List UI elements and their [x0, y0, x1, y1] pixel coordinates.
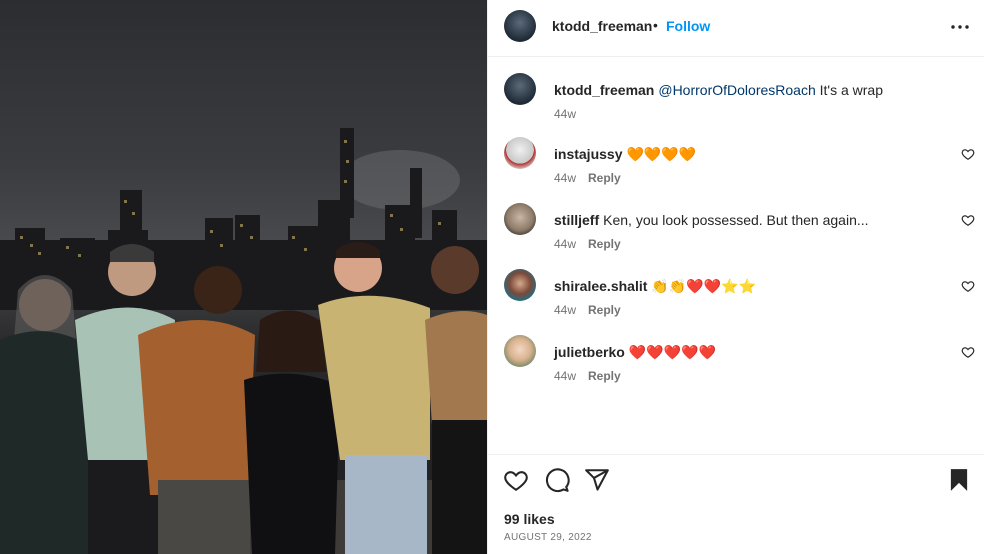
comment-username[interactable]: instajussy: [554, 146, 622, 162]
comment-item: shiralee.shalit 👏👏❤️❤️⭐⭐ 44w Reply: [488, 269, 984, 329]
comment-text: Ken, you look possessed. But then again.…: [603, 212, 869, 228]
more-options-icon[interactable]: [948, 15, 972, 39]
more-options-glyph: [951, 25, 969, 29]
reply-button[interactable]: Reply: [588, 237, 621, 251]
heart-icon[interactable]: [961, 147, 975, 161]
comment-line: julietberko ❤️❤️❤️❤️❤️: [554, 343, 716, 361]
caption-line: ktodd_freeman @HorrorOfDoloresRoach It's …: [554, 81, 883, 99]
comment-meta: 44w Reply: [554, 171, 621, 185]
comment-item: stilljeff Ken, you look possessed. But th…: [488, 203, 984, 263]
heart-icon[interactable]: [503, 467, 529, 493]
caption-text: It's a wrap: [815, 82, 883, 98]
caption-item: ktodd_freeman @HorrorOfDoloresRoach It's …: [488, 73, 984, 133]
separator-dot: •: [653, 17, 658, 33]
post-sidebar: ktodd_freeman • Follow ktodd_freeman @Hor…: [487, 0, 984, 554]
heart-icon[interactable]: [961, 279, 975, 293]
comment-time[interactable]: 44w: [554, 369, 576, 383]
bookmark-icon[interactable]: [946, 467, 972, 493]
likes-count[interactable]: 99 likes: [504, 511, 555, 527]
avatar[interactable]: [504, 335, 536, 367]
post-date[interactable]: AUGUST 29, 2022: [504, 532, 592, 543]
comment-time[interactable]: 44w: [554, 303, 576, 317]
comment-meta: 44w Reply: [554, 237, 621, 251]
post-photo[interactable]: [0, 0, 487, 554]
group-photo-illustration: [0, 128, 487, 554]
reply-button[interactable]: Reply: [588, 303, 621, 317]
caption-mention[interactable]: @HorrorOfDoloresRoach: [658, 82, 815, 98]
comment-icon[interactable]: [544, 467, 570, 493]
comment-line: instajussy 🧡🧡🧡🧡: [554, 145, 696, 163]
comment-text: ❤️❤️❤️❤️❤️: [628, 344, 716, 360]
heart-icon[interactable]: [961, 345, 975, 359]
reply-button[interactable]: Reply: [588, 369, 621, 383]
caption-meta: 44w: [554, 107, 576, 121]
post-actions: 99 likes AUGUST 29, 2022: [488, 454, 984, 554]
comment-username[interactable]: shiralee.shalit: [554, 278, 647, 294]
comment-text: 👏👏❤️❤️⭐⭐: [651, 278, 756, 294]
comment-item: instajussy 🧡🧡🧡🧡 44w Reply: [488, 137, 984, 197]
comment-line: stilljeff Ken, you look possessed. But th…: [554, 211, 869, 229]
comments-list: ktodd_freeman @HorrorOfDoloresRoach It's …: [488, 57, 984, 454]
reply-button[interactable]: Reply: [588, 171, 621, 185]
follow-button[interactable]: Follow: [666, 18, 710, 34]
comment-meta: 44w Reply: [554, 303, 621, 317]
post-modal: ktodd_freeman • Follow ktodd_freeman @Hor…: [0, 0, 984, 554]
comment-item: julietberko ❤️❤️❤️❤️❤️ 44w Reply: [488, 335, 984, 395]
comment-username[interactable]: julietberko: [554, 344, 625, 360]
post-username[interactable]: ktodd_freeman: [552, 18, 652, 34]
comment-username[interactable]: stilljeff: [554, 212, 599, 228]
avatar[interactable]: [504, 10, 536, 42]
comment-text: 🧡🧡🧡🧡: [626, 146, 697, 162]
comment-time[interactable]: 44w: [554, 171, 576, 185]
post-header: ktodd_freeman • Follow: [488, 0, 984, 57]
avatar[interactable]: [504, 269, 536, 301]
caption-username[interactable]: ktodd_freeman: [554, 82, 654, 98]
caption-time[interactable]: 44w: [554, 107, 576, 121]
avatar[interactable]: [504, 73, 536, 105]
comment-time[interactable]: 44w: [554, 237, 576, 251]
heart-icon[interactable]: [961, 213, 975, 227]
avatar[interactable]: [504, 203, 536, 235]
comment-line: shiralee.shalit 👏👏❤️❤️⭐⭐: [554, 277, 756, 295]
avatar[interactable]: [504, 137, 536, 169]
comment-meta: 44w Reply: [554, 369, 621, 383]
share-icon[interactable]: [584, 467, 610, 493]
